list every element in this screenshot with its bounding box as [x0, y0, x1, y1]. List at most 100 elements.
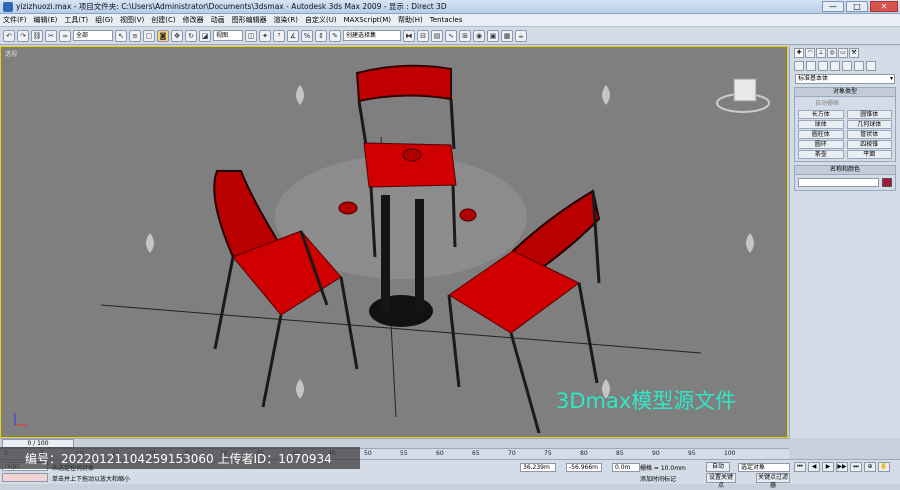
plane-button[interactable]: 平面: [846, 150, 892, 159]
create-tab-icon[interactable]: ✚: [794, 48, 804, 58]
close-button[interactable]: ✕: [870, 1, 898, 12]
align-icon[interactable]: ⊟: [417, 29, 429, 42]
select-by-name-icon[interactable]: ≡: [129, 29, 141, 42]
prev-frame-icon[interactable]: ◀: [808, 462, 820, 472]
play-icon[interactable]: ▶: [822, 462, 834, 472]
teapot-button[interactable]: 茶壶: [798, 150, 844, 159]
render-frame-icon[interactable]: ▦: [501, 29, 513, 42]
menu-help[interactable]: 帮助(H): [398, 15, 423, 25]
link-icon[interactable]: ⛓: [31, 29, 43, 42]
name-color-header[interactable]: 名称和颜色: [795, 166, 895, 175]
menu-group[interactable]: 组(G): [95, 15, 113, 25]
app-icon: [3, 1, 13, 12]
object-name-input[interactable]: [798, 178, 879, 187]
box-button[interactable]: 长方体: [798, 110, 844, 119]
goto-end-icon[interactable]: ⏭: [850, 462, 862, 472]
utilities-tab-icon[interactable]: ⚒: [849, 48, 859, 58]
undo-icon[interactable]: ↶: [3, 29, 15, 42]
menu-customize[interactable]: 自定义(U): [305, 15, 337, 25]
percent-snap-icon[interactable]: %: [301, 29, 313, 42]
menu-edit[interactable]: 编辑(E): [34, 15, 58, 25]
selection-filter-dropdown[interactable]: 全部: [73, 30, 113, 41]
spacewarps-icon[interactable]: [854, 61, 864, 71]
menu-animation[interactable]: 动画: [211, 15, 225, 25]
cylinder-button[interactable]: 圆柱体: [798, 130, 844, 139]
pyramid-button[interactable]: 四棱锥: [846, 140, 892, 149]
maximize-button[interactable]: □: [846, 1, 868, 12]
autokey-button[interactable]: 自动: [706, 462, 730, 472]
angle-snap-icon[interactable]: ∡: [287, 29, 299, 42]
spinner-snap-icon[interactable]: ⇕: [315, 29, 327, 42]
render-setup-icon[interactable]: ▣: [487, 29, 499, 42]
selected-set-dropdown[interactable]: 选定对象: [738, 463, 790, 472]
unlink-icon[interactable]: ✂: [45, 29, 57, 42]
modify-tab-icon[interactable]: ◠: [805, 48, 815, 58]
cameras-icon[interactable]: [830, 61, 840, 71]
primitive-category-dropdown[interactable]: 标准基本体: [795, 74, 895, 84]
quick-render-icon[interactable]: ☕: [515, 29, 527, 42]
maxscript-output[interactable]: [2, 473, 48, 482]
menu-create[interactable]: 创建(C): [151, 15, 175, 25]
shapes-icon[interactable]: [806, 61, 816, 71]
geosphere-button[interactable]: 几何球体: [846, 120, 892, 129]
next-frame-icon[interactable]: ▶▶: [836, 462, 848, 472]
layer-manager-icon[interactable]: ▤: [431, 29, 443, 42]
menu-tentacles[interactable]: Tentacles: [430, 16, 463, 24]
goto-start-icon[interactable]: ⏮: [794, 462, 806, 472]
select-move-icon[interactable]: ✥: [171, 29, 183, 42]
object-buttons: 长方体 圆锥体 球体 几何球体 圆柱体 管状体 圆环 四棱锥 茶壶 平面: [795, 108, 895, 161]
pivot-center-icon[interactable]: ◫: [245, 29, 257, 42]
redo-icon[interactable]: ↷: [17, 29, 29, 42]
select-object-icon[interactable]: ↖: [115, 29, 127, 42]
snap-toggle-icon[interactable]: ³: [273, 29, 285, 42]
reference-coord-dropdown[interactable]: 视图: [213, 30, 243, 41]
mirror-icon[interactable]: ⧓: [403, 29, 415, 42]
z-coordinate-field[interactable]: 0.0m: [612, 463, 640, 472]
add-time-tag[interactable]: 添加时间标记: [640, 474, 676, 483]
perspective-viewport[interactable]: 透视: [0, 46, 788, 438]
named-selection-dropdown[interactable]: 创建选择集: [343, 30, 401, 41]
window-crossing-icon[interactable]: ◙: [157, 29, 169, 42]
systems-icon[interactable]: [866, 61, 876, 71]
material-editor-icon[interactable]: ◉: [473, 29, 485, 42]
setkey-button[interactable]: 设置关键点: [706, 473, 736, 489]
select-manipulate-icon[interactable]: ✦: [259, 29, 271, 42]
schematic-view-icon[interactable]: ⊞: [459, 29, 471, 42]
key-filters-button[interactable]: 关键点过滤器: [756, 473, 790, 489]
geometry-icon[interactable]: [794, 61, 804, 71]
minimize-button[interactable]: —: [822, 1, 844, 12]
hierarchy-tab-icon[interactable]: ⊥: [816, 48, 826, 58]
object-color-swatch[interactable]: [882, 178, 892, 187]
sphere-button[interactable]: 球体: [798, 120, 844, 129]
rect-region-icon[interactable]: ▢: [143, 29, 155, 42]
tube-button[interactable]: 管状体: [846, 130, 892, 139]
menu-view[interactable]: 视图(V): [120, 15, 144, 25]
zoom-icon[interactable]: ⊕: [864, 462, 876, 472]
motion-tab-icon[interactable]: ◎: [827, 48, 837, 58]
select-scale-icon[interactable]: ◪: [199, 29, 211, 42]
display-tab-icon[interactable]: ▭: [838, 48, 848, 58]
helpers-icon[interactable]: [842, 61, 852, 71]
cone-button[interactable]: 圆锥体: [846, 110, 892, 119]
menu-bar: 文件(F) 编辑(E) 工具(T) 组(G) 视图(V) 创建(C) 修改器 动…: [0, 14, 900, 27]
object-type-header[interactable]: 对象类型: [795, 88, 895, 97]
menu-tools[interactable]: 工具(T): [64, 15, 88, 25]
menu-maxscript[interactable]: MAXScript(M): [344, 16, 391, 24]
lights-icon[interactable]: [818, 61, 828, 71]
ashtray: [459, 208, 477, 222]
track-tick: 70: [508, 450, 516, 457]
menu-file[interactable]: 文件(F): [3, 15, 27, 25]
pan-icon[interactable]: ✋: [878, 462, 890, 472]
curve-editor-icon[interactable]: ∿: [445, 29, 457, 42]
menu-rendering[interactable]: 渲染(R): [274, 15, 298, 25]
watermark-logo-icon: [146, 233, 154, 253]
menu-graph-editors[interactable]: 图形编辑器: [232, 15, 267, 25]
torus-button[interactable]: 圆环: [798, 140, 844, 149]
y-coordinate-field[interactable]: -56.966m: [566, 463, 602, 472]
x-coordinate-field[interactable]: 36.239m: [520, 463, 556, 472]
edit-named-sel-icon[interactable]: ✎: [329, 29, 341, 42]
select-rotate-icon[interactable]: ↻: [185, 29, 197, 42]
menu-modifiers[interactable]: 修改器: [183, 15, 204, 25]
autogrid-checkbox[interactable]: 自动栅格: [795, 97, 895, 108]
bind-space-warp-icon[interactable]: ≈: [59, 29, 71, 42]
